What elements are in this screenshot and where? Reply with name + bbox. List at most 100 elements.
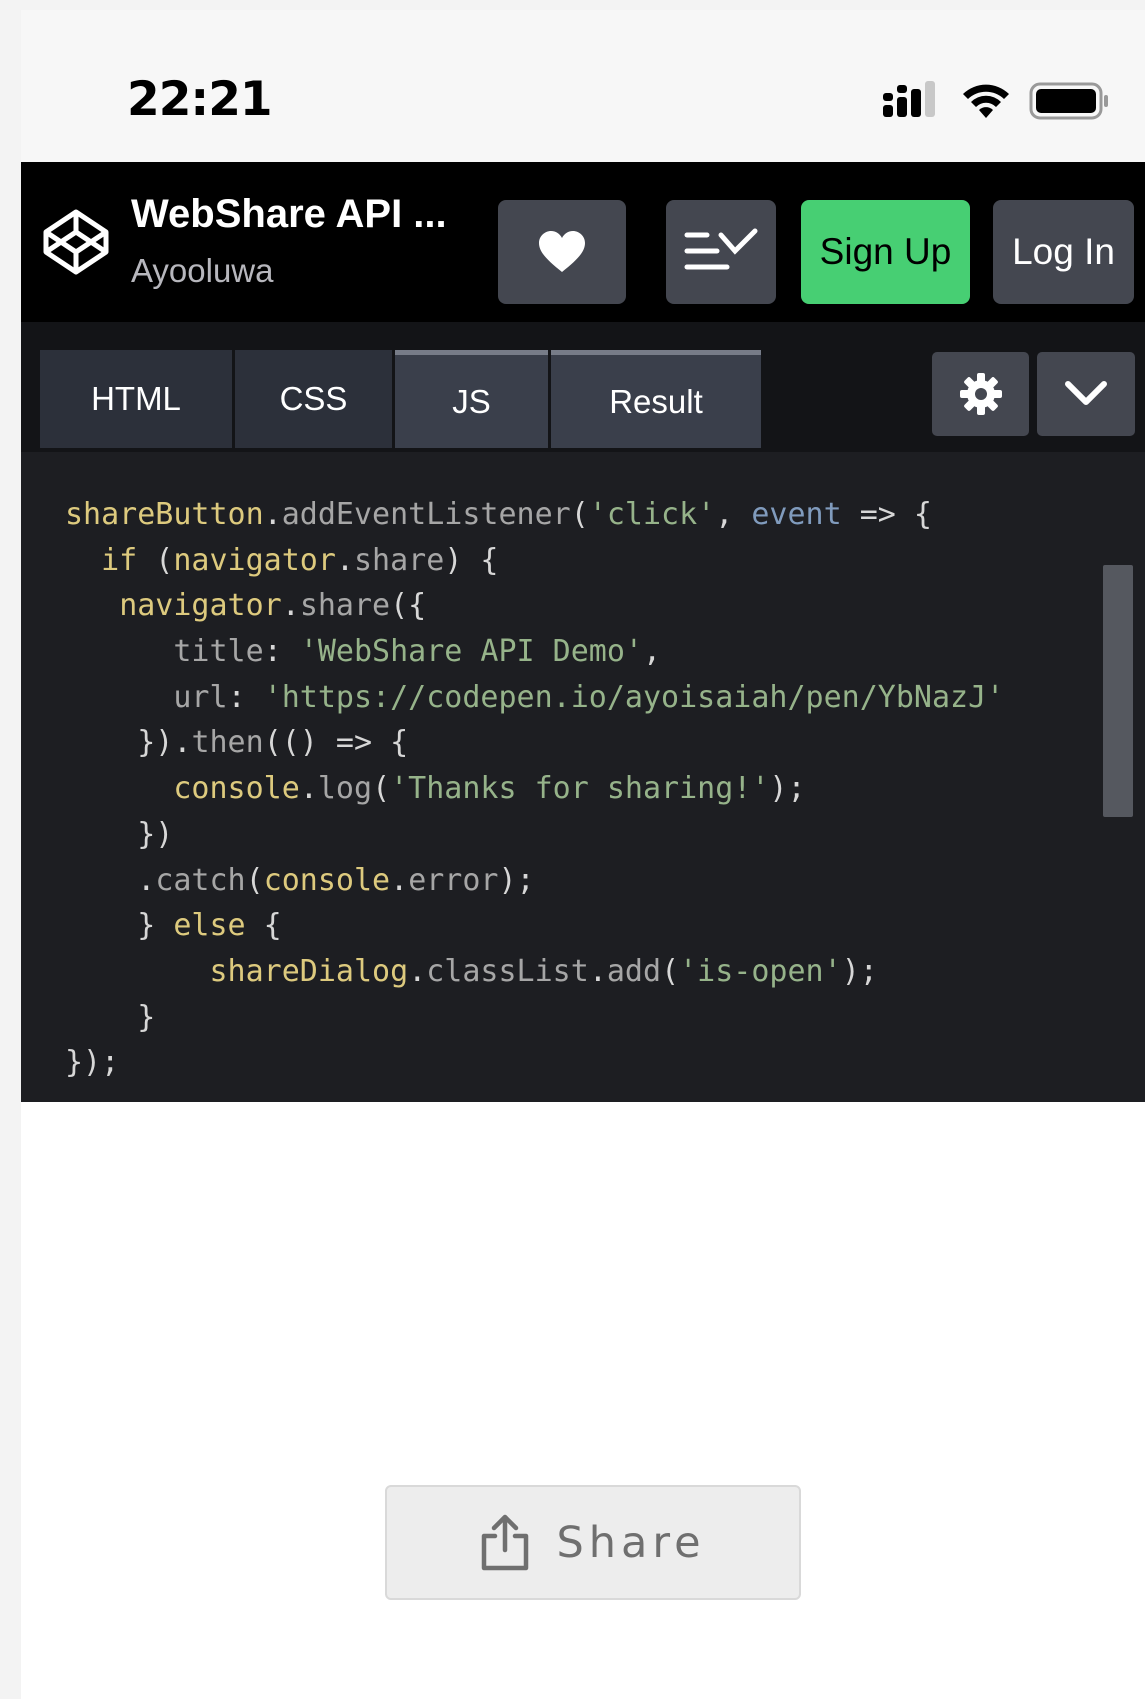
result-preview: Share xyxy=(21,1102,1145,1699)
code-token: catch xyxy=(155,862,246,898)
code-line: navigator.share({ xyxy=(65,583,1004,629)
code-token: , xyxy=(642,634,662,670)
code-token: 'https://codepen.io/ayoisaiah/pen/YbNazJ… xyxy=(263,679,1005,715)
tab-css[interactable]: CSS xyxy=(235,350,392,448)
sign-up-button[interactable]: Sign Up xyxy=(801,200,970,304)
code-token: . xyxy=(588,953,607,989)
code-token: { xyxy=(245,908,282,944)
code-token: } xyxy=(65,999,156,1035)
code-token: log xyxy=(317,771,373,807)
signal-icon xyxy=(883,81,935,117)
js-code-editor[interactable]: shareButton.addEventListener('click', ev… xyxy=(21,452,1145,1102)
code-token: . xyxy=(335,542,354,578)
share-button[interactable]: Share xyxy=(385,1485,801,1600)
settings-button[interactable] xyxy=(932,352,1029,436)
pen-title[interactable]: WebShare API ... xyxy=(131,192,461,237)
share-icon xyxy=(482,1514,529,1570)
code-token: (() => { xyxy=(263,725,409,761)
code-token: classList xyxy=(426,953,589,989)
code-token: error xyxy=(408,862,499,898)
chevron-down-icon xyxy=(1065,381,1107,405)
tab-html[interactable]: HTML xyxy=(40,350,232,448)
code-token: . xyxy=(263,497,282,532)
code-token: console xyxy=(263,862,391,898)
codepen-logo-icon[interactable] xyxy=(41,202,111,282)
editor-tabs: HTML CSS JS Result xyxy=(21,322,1145,452)
code-token: ) { xyxy=(444,542,499,578)
wifi-icon xyxy=(963,84,1009,118)
log-in-button[interactable]: Log In xyxy=(993,200,1134,304)
code-token: 'is-open' xyxy=(679,953,842,989)
code-line: }).then(() => { xyxy=(65,720,1004,766)
share-label: Share xyxy=(556,1517,706,1568)
layout-toggle-icon xyxy=(684,228,758,270)
code-token: , xyxy=(715,497,752,532)
code-token: add xyxy=(606,953,662,989)
code-line: title: 'WebShare API Demo', xyxy=(65,629,1004,675)
code-token: addEventListener xyxy=(281,497,571,532)
tab-result[interactable]: Result xyxy=(551,350,761,448)
code-token: ( xyxy=(570,497,589,532)
code-token: ( xyxy=(137,542,174,578)
code-token: ); xyxy=(769,771,806,807)
code-token: navigator xyxy=(119,588,282,624)
status-bar: 22:21 xyxy=(21,10,1145,162)
code-token: . xyxy=(390,862,409,898)
heart-button[interactable] xyxy=(498,200,626,304)
phone-screen: 22:21 WebShare API ... Ayooluwa Sign Up … xyxy=(21,10,1145,1699)
heart-icon xyxy=(539,231,585,272)
pen-author[interactable]: Ayooluwa xyxy=(131,252,274,290)
gear-icon xyxy=(959,373,1002,415)
tab-js[interactable]: JS xyxy=(395,350,548,448)
code-token: console xyxy=(173,771,300,807)
code-token: } xyxy=(65,908,174,944)
code-token: if xyxy=(101,542,138,578)
code-token: 'WebShare API Demo' xyxy=(299,634,643,670)
code-token: 'Thanks for sharing!' xyxy=(390,771,770,807)
editor-scrollbar[interactable] xyxy=(1103,565,1133,817)
code-line: shareButton.addEventListener('click', ev… xyxy=(65,492,1004,538)
code-block[interactable]: shareButton.addEventListener('click', ev… xyxy=(65,492,1004,1086)
code-token: url xyxy=(173,679,228,715)
code-token: . xyxy=(65,862,156,898)
layout-button[interactable] xyxy=(666,200,776,304)
code-token: ( xyxy=(372,771,391,807)
code-token: => { xyxy=(841,497,932,532)
code-token: ( xyxy=(245,862,264,898)
code-token: : xyxy=(263,634,300,670)
code-token: }); xyxy=(65,1045,120,1081)
code-line: } else { xyxy=(65,903,1004,949)
battery-icon xyxy=(1029,82,1108,120)
code-line: } xyxy=(65,995,1004,1041)
code-token: ( xyxy=(661,953,680,989)
collapse-button[interactable] xyxy=(1037,352,1135,436)
code-token: 'click' xyxy=(588,497,716,532)
code-token: ({ xyxy=(390,588,427,624)
code-token: }) xyxy=(65,816,174,852)
code-line: if (navigator.share) { xyxy=(65,538,1004,584)
code-token: }). xyxy=(65,725,192,761)
code-token: ); xyxy=(498,862,535,898)
code-token: . xyxy=(281,588,300,624)
code-line: url: 'https://codepen.io/ayoisaiah/pen/Y… xyxy=(65,675,1004,721)
code-token: shareDialog xyxy=(209,953,409,989)
status-icons xyxy=(881,78,1111,124)
code-token: title xyxy=(173,634,264,670)
code-token: . xyxy=(408,953,427,989)
code-token: event xyxy=(751,497,842,532)
code-token: shareButton xyxy=(65,497,264,532)
code-line: .catch(console.error); xyxy=(65,858,1004,904)
code-token: ); xyxy=(841,953,878,989)
code-token: share xyxy=(299,588,391,624)
code-token: . xyxy=(299,771,318,807)
code-token: then xyxy=(191,725,264,761)
code-token: navigator xyxy=(173,542,336,578)
code-line: console.log('Thanks for sharing!'); xyxy=(65,766,1004,812)
code-token: : xyxy=(227,679,264,715)
